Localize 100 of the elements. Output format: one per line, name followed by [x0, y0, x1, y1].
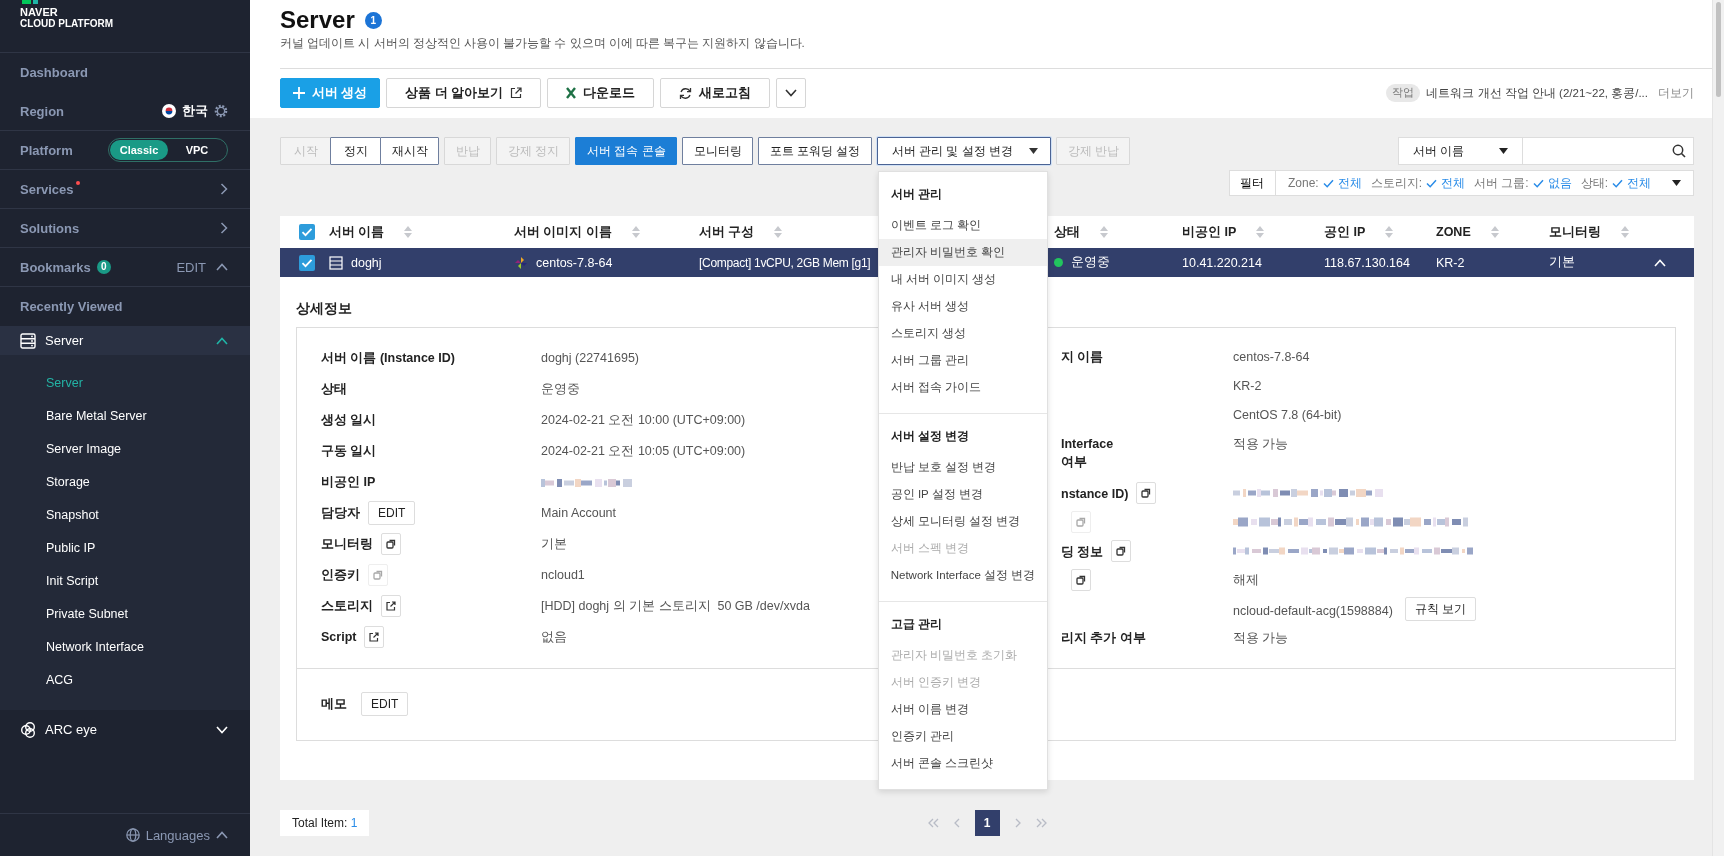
menu-item[interactable]: 서버 접속 가이드 — [878, 374, 1047, 401]
field-label: 스토리지 — [321, 597, 373, 615]
refresh-button[interactable]: 새로고침 — [660, 78, 771, 108]
action-button[interactable]: 재시작 — [380, 137, 439, 165]
menu-item[interactable]: 서버 그룹 관리 — [878, 347, 1047, 374]
chevron-up-icon[interactable] — [216, 263, 228, 271]
globe-icon[interactable] — [125, 828, 140, 842]
menu-item[interactable]: 내 서버 이미지 생성 — [878, 266, 1047, 293]
column-header[interactable]: 모니터링 — [1549, 223, 1601, 241]
copy-button[interactable] — [381, 532, 401, 555]
action-button[interactable]: 정지 — [330, 137, 381, 165]
menu-item[interactable]: 상세 모니터링 설정 변경 — [878, 508, 1047, 535]
field-label: nstance ID) — [1061, 486, 1129, 503]
nav-item[interactable]: Bare Metal Server — [0, 400, 250, 433]
chevron-up-icon[interactable] — [216, 336, 228, 345]
chevron-down-icon[interactable] — [785, 89, 798, 97]
copy-button[interactable] — [1071, 569, 1091, 591]
menu-item[interactable]: 서버 이름 변경 — [878, 696, 1047, 723]
caret-down-icon[interactable] — [1672, 180, 1681, 186]
plus-icon — [292, 87, 305, 99]
menu-item[interactable]: 이벤트 로그 확인 — [878, 212, 1047, 239]
column-header[interactable]: 서버 구성 — [699, 223, 755, 241]
nav-link[interactable]: Recently Viewed — [20, 299, 123, 314]
dropdown-button[interactable]: 서버 관리 및 설정 변경 — [876, 137, 1052, 165]
more-link[interactable]: 더보기 — [1658, 85, 1694, 101]
column-header[interactable]: ZONE — [1436, 225, 1471, 239]
open-link-button[interactable] — [381, 594, 401, 617]
column-header[interactable]: 서버 이름 — [329, 223, 385, 241]
nav-group[interactable]: ARC eye — [0, 710, 250, 749]
flag-icon — [162, 104, 176, 118]
nav-item[interactable]: Server — [0, 367, 250, 400]
chevron-right-icon[interactable] — [220, 183, 228, 195]
menu-item[interactable]: 반납 보호 설정 변경 — [878, 454, 1047, 481]
rules-button[interactable]: 규칙 보기 — [1404, 597, 1477, 621]
copy-button[interactable] — [1111, 540, 1132, 562]
nav-item[interactable]: Server Image — [0, 433, 250, 466]
action-button[interactable]: 포트 포워딩 설정 — [758, 137, 872, 165]
action-button[interactable]: 모니터링 — [682, 137, 753, 165]
external-link-icon — [510, 87, 523, 99]
nav-item[interactable]: Private Subnet — [0, 598, 250, 631]
checkbox[interactable] — [299, 254, 315, 271]
table-cell: [Compact] 1vCPU, 2GB Mem [g1] — [699, 255, 871, 270]
menu-item[interactable]: 스토리지 생성 — [878, 320, 1047, 347]
nav-item[interactable]: Public IP — [0, 532, 250, 565]
filter-value[interactable]: 전체 — [1337, 174, 1362, 192]
region-value[interactable]: 한국 — [182, 102, 208, 120]
filter-bar[interactable]: Zone: 전체 스토리지: 전체 서버 그룹: 없음 상태: 전체 — [1275, 170, 1694, 196]
menu-item[interactable]: 유사 서버 생성 — [878, 293, 1047, 320]
table-cell: KR-2 — [1436, 255, 1465, 270]
page-button[interactable]: 1 — [974, 810, 1000, 836]
section-title: 상세정보 — [296, 299, 352, 318]
more-button[interactable] — [776, 78, 807, 108]
chevron-right-icon[interactable] — [220, 222, 228, 234]
nav-item[interactable]: Network Interface — [0, 631, 250, 664]
nav-item[interactable]: Snapshot — [0, 499, 250, 532]
open-link-button[interactable] — [364, 625, 385, 648]
filter-value[interactable]: 전체 — [1627, 174, 1651, 192]
caret-down-icon[interactable] — [1029, 148, 1039, 154]
menu-item[interactable]: 공인 IP 설정 변경 — [878, 481, 1047, 508]
column-header[interactable]: 비공인 IP — [1182, 223, 1237, 241]
menu-heading: 서버 관리 — [889, 186, 944, 203]
download-button[interactable]: 다운로드 — [547, 78, 655, 108]
column-header[interactable]: 상태 — [1054, 223, 1080, 241]
column-header[interactable]: 공인 IP — [1324, 223, 1366, 241]
edit-button[interactable]: EDIT — [368, 500, 416, 525]
scrollbar[interactable] — [1712, 0, 1724, 856]
nav-label[interactable]: Bookmarks — [20, 259, 91, 275]
filter-value[interactable]: 전체 — [1441, 174, 1465, 192]
nav-group[interactable]: Server — [0, 326, 250, 355]
menu-item[interactable]: Network Interface 설정 변경 — [878, 562, 1047, 589]
action-button[interactable]: 서버 접속 콘솔 — [575, 137, 677, 165]
notice-link[interactable]: 네트워크 개선 작업 안내 (2/21~22, 홍콩/... — [1426, 85, 1648, 101]
nav-link[interactable]: Dashboard — [20, 65, 88, 80]
copy-button[interactable] — [1136, 482, 1157, 504]
field-label: 구동 일시 — [321, 442, 377, 460]
column-header[interactable]: 서버 이미지 이름 — [514, 223, 612, 241]
menu-item[interactable]: 관리자 비밀번호 확인 — [878, 239, 1047, 266]
copy-icon — [1076, 517, 1086, 527]
page-description: 커널 업데이트 시 서버의 정상적인 사용이 불가능할 수 있으며 이에 따른 복구는 지원하지 않습니다. — [280, 36, 806, 51]
edit-button[interactable]: EDIT — [361, 692, 409, 716]
menu-heading: 고급 관리 — [889, 616, 944, 633]
edit-link[interactable]: EDIT — [176, 259, 206, 275]
menu-item[interactable]: 서버 콘솔 스크린샷 — [878, 750, 1047, 777]
nav-item[interactable]: Storage — [0, 466, 250, 499]
settings-icon[interactable] — [214, 104, 228, 118]
platform-option[interactable]: VPC — [168, 140, 226, 160]
logo-text: NAVER — [20, 6, 59, 18]
chevron-up-icon[interactable] — [216, 831, 228, 839]
nav-item[interactable]: ACG — [0, 664, 250, 697]
filter-value[interactable]: 없음 — [1547, 174, 1572, 192]
nav-item[interactable]: Init Script — [0, 565, 250, 598]
menu-item[interactable]: 인증키 관리 — [878, 723, 1047, 750]
nav-link[interactable]: Services — [20, 181, 74, 197]
nav-link[interactable]: Solutions — [20, 220, 80, 236]
learn-more-button[interactable]: 상품 더 알아보기 — [386, 78, 542, 108]
language-menu[interactable]: Languages — [145, 827, 210, 843]
external-link-icon — [369, 631, 380, 642]
count-badge: 1 — [364, 11, 382, 29]
filter-button[interactable]: 필터 — [1228, 170, 1276, 196]
checkbox[interactable] — [299, 224, 315, 240]
